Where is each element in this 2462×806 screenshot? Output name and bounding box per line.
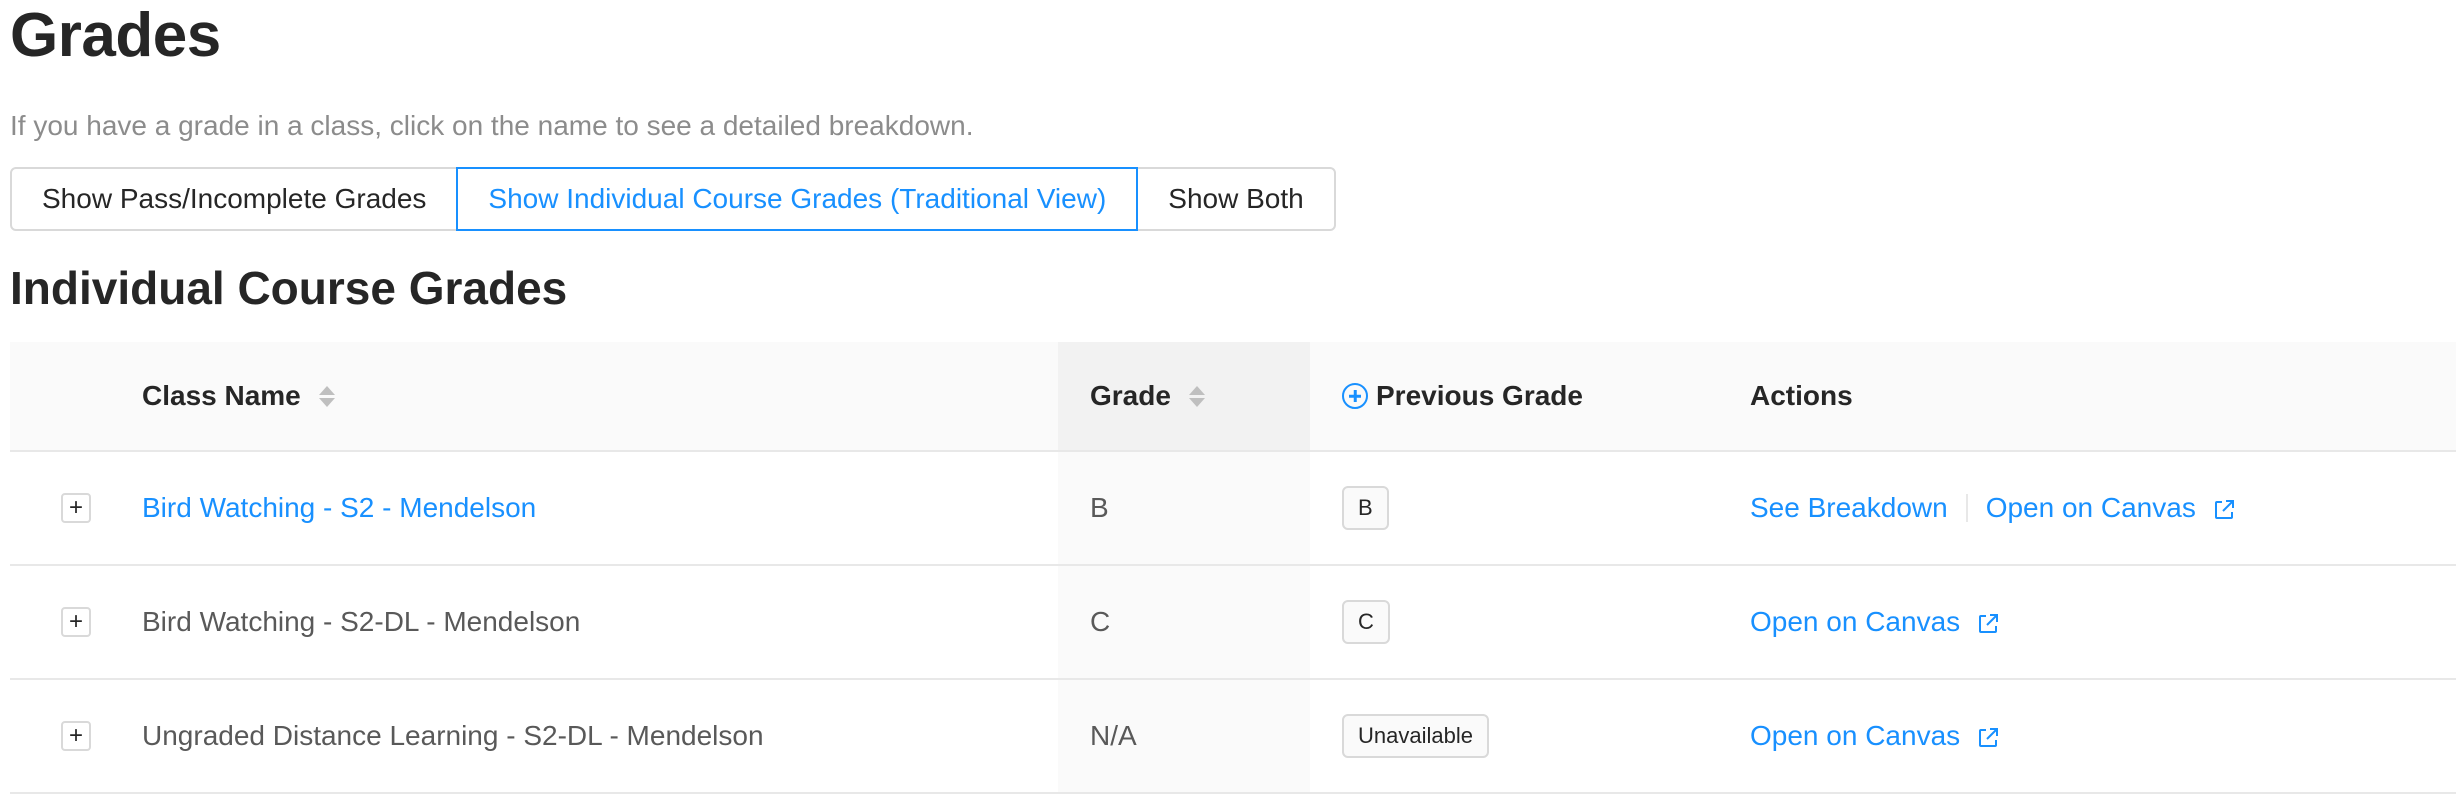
table-header: Class Name Grade Previous Grade Actions bbox=[10, 342, 2456, 452]
show-pass-incomplete-button[interactable]: Show Pass/Incomplete Grades bbox=[10, 167, 459, 231]
column-label-grade: Grade bbox=[1090, 380, 1171, 411]
page-subtitle: If you have a grade in a class, click on… bbox=[10, 110, 974, 141]
section-title: Individual Course Grades bbox=[10, 262, 568, 314]
column-header-class-name[interactable]: Class Name bbox=[142, 342, 1058, 450]
header-expand-cell bbox=[10, 342, 142, 450]
show-individual-course-grades-button[interactable]: Show Individual Course Grades (Tradition… bbox=[456, 167, 1139, 231]
open-on-canvas-link[interactable]: Open on Canvas bbox=[1750, 606, 2000, 638]
grade-value: C bbox=[1090, 606, 1111, 637]
class-name-link[interactable]: Bird Watching - S2 - Mendelson bbox=[142, 492, 536, 524]
page-title: Grades bbox=[10, 1, 221, 70]
expand-row-button[interactable]: + bbox=[61, 721, 91, 751]
open-on-canvas-link[interactable]: Open on Canvas bbox=[1986, 492, 2236, 524]
grade-value: B bbox=[1090, 492, 1109, 523]
open-on-canvas-link[interactable]: Open on Canvas bbox=[1750, 720, 2000, 752]
previous-grade-tag: C bbox=[1342, 600, 1390, 644]
previous-grade-tag: B bbox=[1342, 486, 1389, 530]
external-link-icon bbox=[1978, 727, 1998, 747]
table-row: + Ungraded Distance Learning - S2-DL - M… bbox=[10, 680, 2456, 794]
class-name-text: Bird Watching - S2-DL - Mendelson bbox=[142, 606, 581, 637]
grade-value: N/A bbox=[1090, 720, 1137, 751]
sort-icon[interactable] bbox=[1188, 385, 1205, 407]
external-link-icon bbox=[2214, 499, 2234, 519]
column-label-class-name: Class Name bbox=[142, 380, 301, 411]
column-header-grade[interactable]: Grade bbox=[1058, 342, 1310, 450]
view-toggle-group: Show Pass/Incomplete Grades Show Individ… bbox=[10, 167, 1336, 231]
expand-row-button[interactable]: + bbox=[61, 607, 91, 637]
class-name-text: Ungraded Distance Learning - S2-DL - Men… bbox=[142, 720, 764, 751]
table-row: + Bird Watching - S2 - Mendelson B B See… bbox=[10, 452, 2456, 566]
action-divider bbox=[1965, 494, 1968, 522]
grades-table: Class Name Grade Previous Grade Actions … bbox=[10, 342, 2456, 794]
column-label-previous-grade: Previous Grade bbox=[1376, 380, 1583, 411]
grades-page: Grades If you have a grade in a class, c… bbox=[10, 0, 2462, 806]
expand-row-button[interactable]: + bbox=[61, 493, 91, 523]
external-link-icon bbox=[1978, 613, 1998, 633]
column-label-actions: Actions bbox=[1750, 380, 1853, 411]
column-header-previous-grade: Previous Grade bbox=[1310, 342, 1750, 450]
column-header-actions: Actions bbox=[1750, 342, 2456, 450]
see-breakdown-link[interactable]: See Breakdown bbox=[1750, 492, 1948, 524]
table-row: + Bird Watching - S2-DL - Mendelson C C … bbox=[10, 566, 2456, 680]
show-both-button[interactable]: Show Both bbox=[1136, 167, 1336, 231]
plus-circle-icon[interactable] bbox=[1342, 383, 1368, 409]
previous-grade-tag: Unavailable bbox=[1342, 714, 1489, 758]
sort-icon[interactable] bbox=[318, 385, 335, 407]
